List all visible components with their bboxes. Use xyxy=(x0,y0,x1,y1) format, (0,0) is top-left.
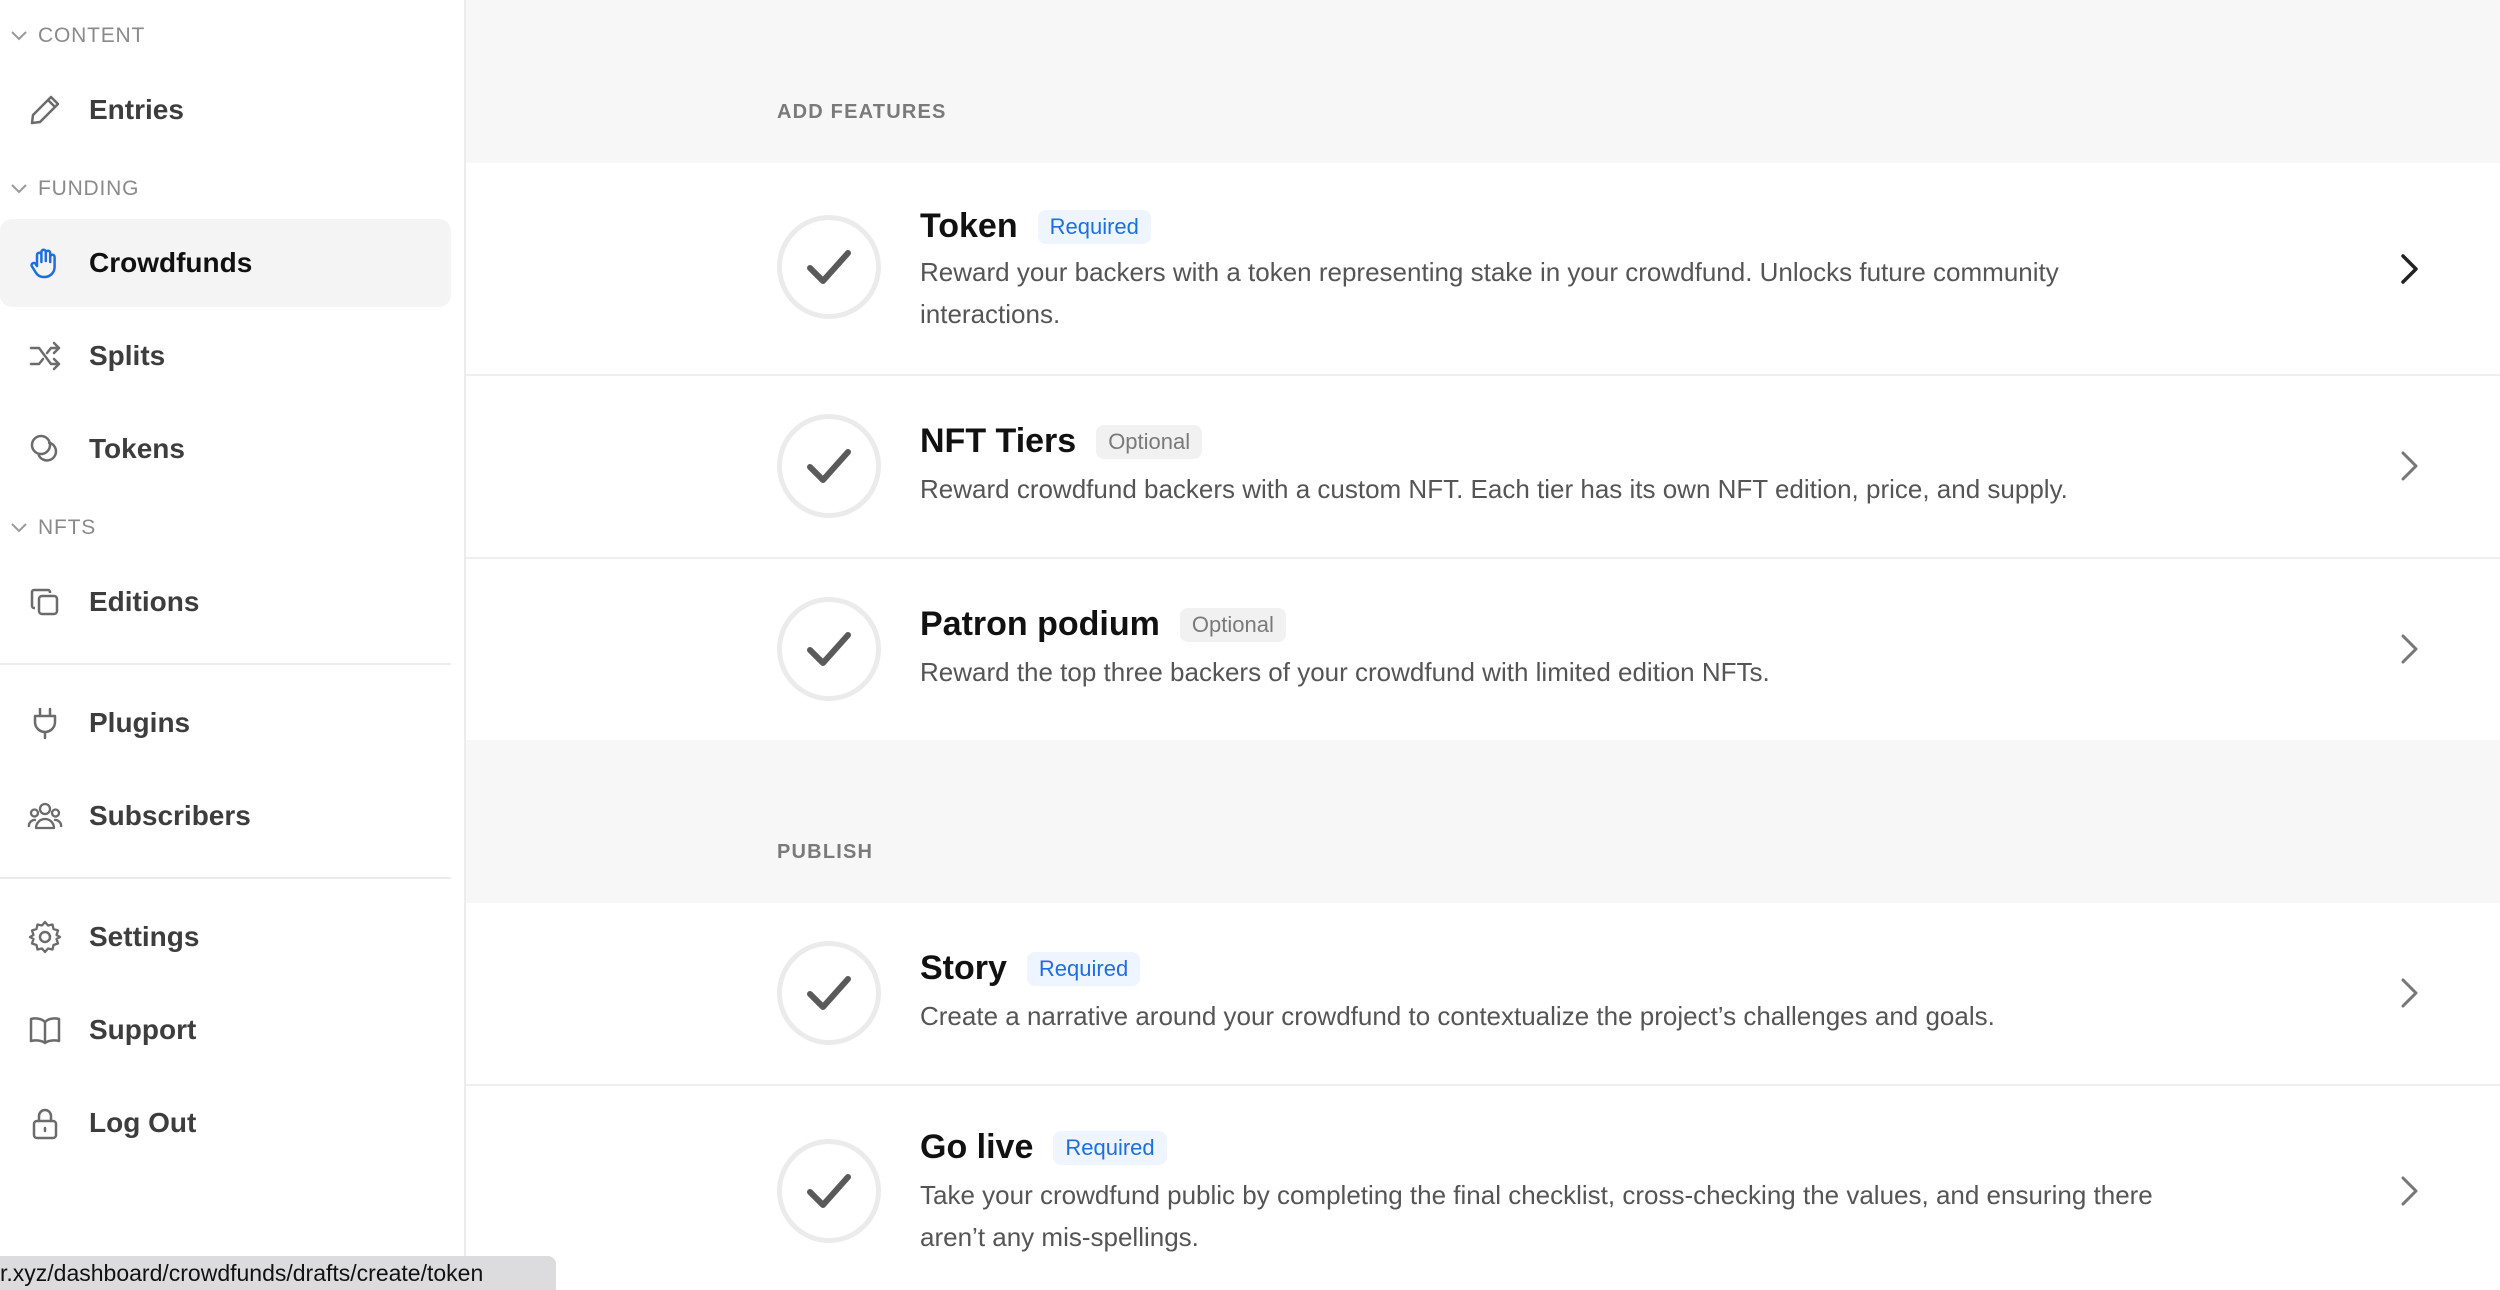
group-label-add-features: ADD FEATURES xyxy=(777,101,947,123)
sidebar-item-label: Entries xyxy=(89,94,184,125)
lock-icon xyxy=(0,1105,89,1141)
sidebar-item-label: Tokens xyxy=(89,433,185,464)
pencil-icon xyxy=(0,92,89,128)
required-badge: Required xyxy=(1026,951,1141,986)
sidebar-item-label: Settings xyxy=(89,921,200,952)
card-title-row: Story Required xyxy=(920,949,1141,988)
hand-icon xyxy=(0,245,89,281)
card-title-row: Go live Required xyxy=(920,1128,1167,1167)
sidebar-item-label: Plugins xyxy=(89,707,191,738)
gear-icon xyxy=(0,919,89,955)
section-label: CONTENT xyxy=(38,24,146,47)
sidebar-item-label: Log Out xyxy=(89,1107,197,1138)
sidebar: CONTENT Entries FUNDING Crowdfunds Split xyxy=(0,0,466,1290)
sidebar-item-plugins[interactable]: Plugins xyxy=(0,679,451,767)
card-title-row: Patron podium Optional xyxy=(920,605,1286,644)
feature-card-token[interactable]: Token Required Reward your backers with … xyxy=(466,163,2500,376)
chevron-right-icon xyxy=(2394,251,2424,287)
coins-icon xyxy=(0,431,89,467)
feature-card-patron-podium[interactable]: Patron podium Optional Reward the top th… xyxy=(466,559,2500,740)
chevron-right-icon xyxy=(2394,448,2424,484)
book-open-icon xyxy=(0,1012,89,1048)
chevron-down-icon xyxy=(0,183,38,195)
sidebar-item-label: Splits xyxy=(89,340,166,371)
sidebar-item-editions[interactable]: Editions xyxy=(0,558,451,646)
section-header-nfts[interactable]: NFTS xyxy=(0,511,96,545)
sidebar-divider xyxy=(0,663,451,665)
check-circle-icon xyxy=(777,215,881,319)
card-description: Reward crowdfund backers with a custom N… xyxy=(920,474,2068,504)
split-arrows-icon xyxy=(0,338,89,374)
publish-card-go-live[interactable]: Go live Required Take your crowdfund pub… xyxy=(466,1086,2500,1290)
chevron-down-icon xyxy=(0,522,38,534)
status-bar-url: r.xyz/dashboard/crowdfunds/drafts/create… xyxy=(0,1256,556,1290)
optional-badge: Optional xyxy=(1096,424,1203,459)
card-description: Take your crowdfund public by completing… xyxy=(920,1180,2153,1252)
chevron-down-icon xyxy=(0,30,38,42)
sidebar-item-subscribers[interactable]: Subscribers xyxy=(0,772,451,860)
sidebar-item-logout[interactable]: Log Out xyxy=(0,1079,451,1167)
sidebar-item-splits[interactable]: Splits xyxy=(0,312,451,400)
sidebar-item-label: Crowdfunds xyxy=(89,247,253,278)
required-badge: Required xyxy=(1037,209,1151,244)
card-title: Token xyxy=(920,207,1018,245)
required-badge: Required xyxy=(1053,1130,1167,1165)
check-circle-icon xyxy=(777,1139,881,1243)
chevron-right-icon xyxy=(2394,975,2424,1011)
card-title: Go live xyxy=(920,1128,1034,1166)
card-description: Reward your backers with a token represe… xyxy=(920,257,2059,329)
users-icon xyxy=(0,798,89,834)
section-label: NFTS xyxy=(38,516,97,539)
app-root: CONTENT Entries FUNDING Crowdfunds Split xyxy=(0,0,2500,1290)
chevron-right-icon xyxy=(2394,1173,2424,1209)
section-label: FUNDING xyxy=(38,177,140,200)
sidebar-item-tokens[interactable]: Tokens xyxy=(0,405,451,493)
optional-badge: Optional xyxy=(1179,607,1286,642)
check-circle-icon xyxy=(777,941,881,1045)
group-label-publish: PUBLISH xyxy=(777,841,874,863)
copy-icon xyxy=(0,584,89,620)
sidebar-item-entries[interactable]: Entries xyxy=(0,66,451,154)
plug-icon xyxy=(0,705,89,741)
main-content: ADD FEATURES Token Required Reward your … xyxy=(466,0,2500,1290)
sidebar-divider xyxy=(0,877,451,879)
sidebar-item-crowdfunds[interactable]: Crowdfunds xyxy=(0,219,451,307)
sidebar-item-label: Subscribers xyxy=(89,800,251,831)
card-description: Reward the top three backers of your cro… xyxy=(920,657,1770,687)
feature-card-nft-tiers[interactable]: NFT Tiers Optional Reward crowdfund back… xyxy=(466,376,2500,559)
card-title-row: Token Required xyxy=(920,207,1151,246)
section-header-content[interactable]: CONTENT xyxy=(0,19,145,53)
card-title: Patron podium xyxy=(920,605,1160,643)
sidebar-item-settings[interactable]: Settings xyxy=(0,893,451,981)
check-circle-icon xyxy=(777,597,881,701)
section-header-funding[interactable]: FUNDING xyxy=(0,172,139,206)
card-title: NFT Tiers xyxy=(920,422,1077,460)
check-circle-icon xyxy=(777,414,881,518)
publish-card-story[interactable]: Story Required Create a narrative around… xyxy=(466,903,2500,1086)
sidebar-item-label: Editions xyxy=(89,586,200,617)
sidebar-item-label: Support xyxy=(89,1014,197,1045)
card-title: Story xyxy=(920,949,1007,987)
chevron-right-icon xyxy=(2394,631,2424,667)
card-title-row: NFT Tiers Optional xyxy=(920,422,1203,461)
card-description: Create a narrative around your crowdfund… xyxy=(920,1001,1995,1031)
sidebar-item-support[interactable]: Support xyxy=(0,986,451,1074)
